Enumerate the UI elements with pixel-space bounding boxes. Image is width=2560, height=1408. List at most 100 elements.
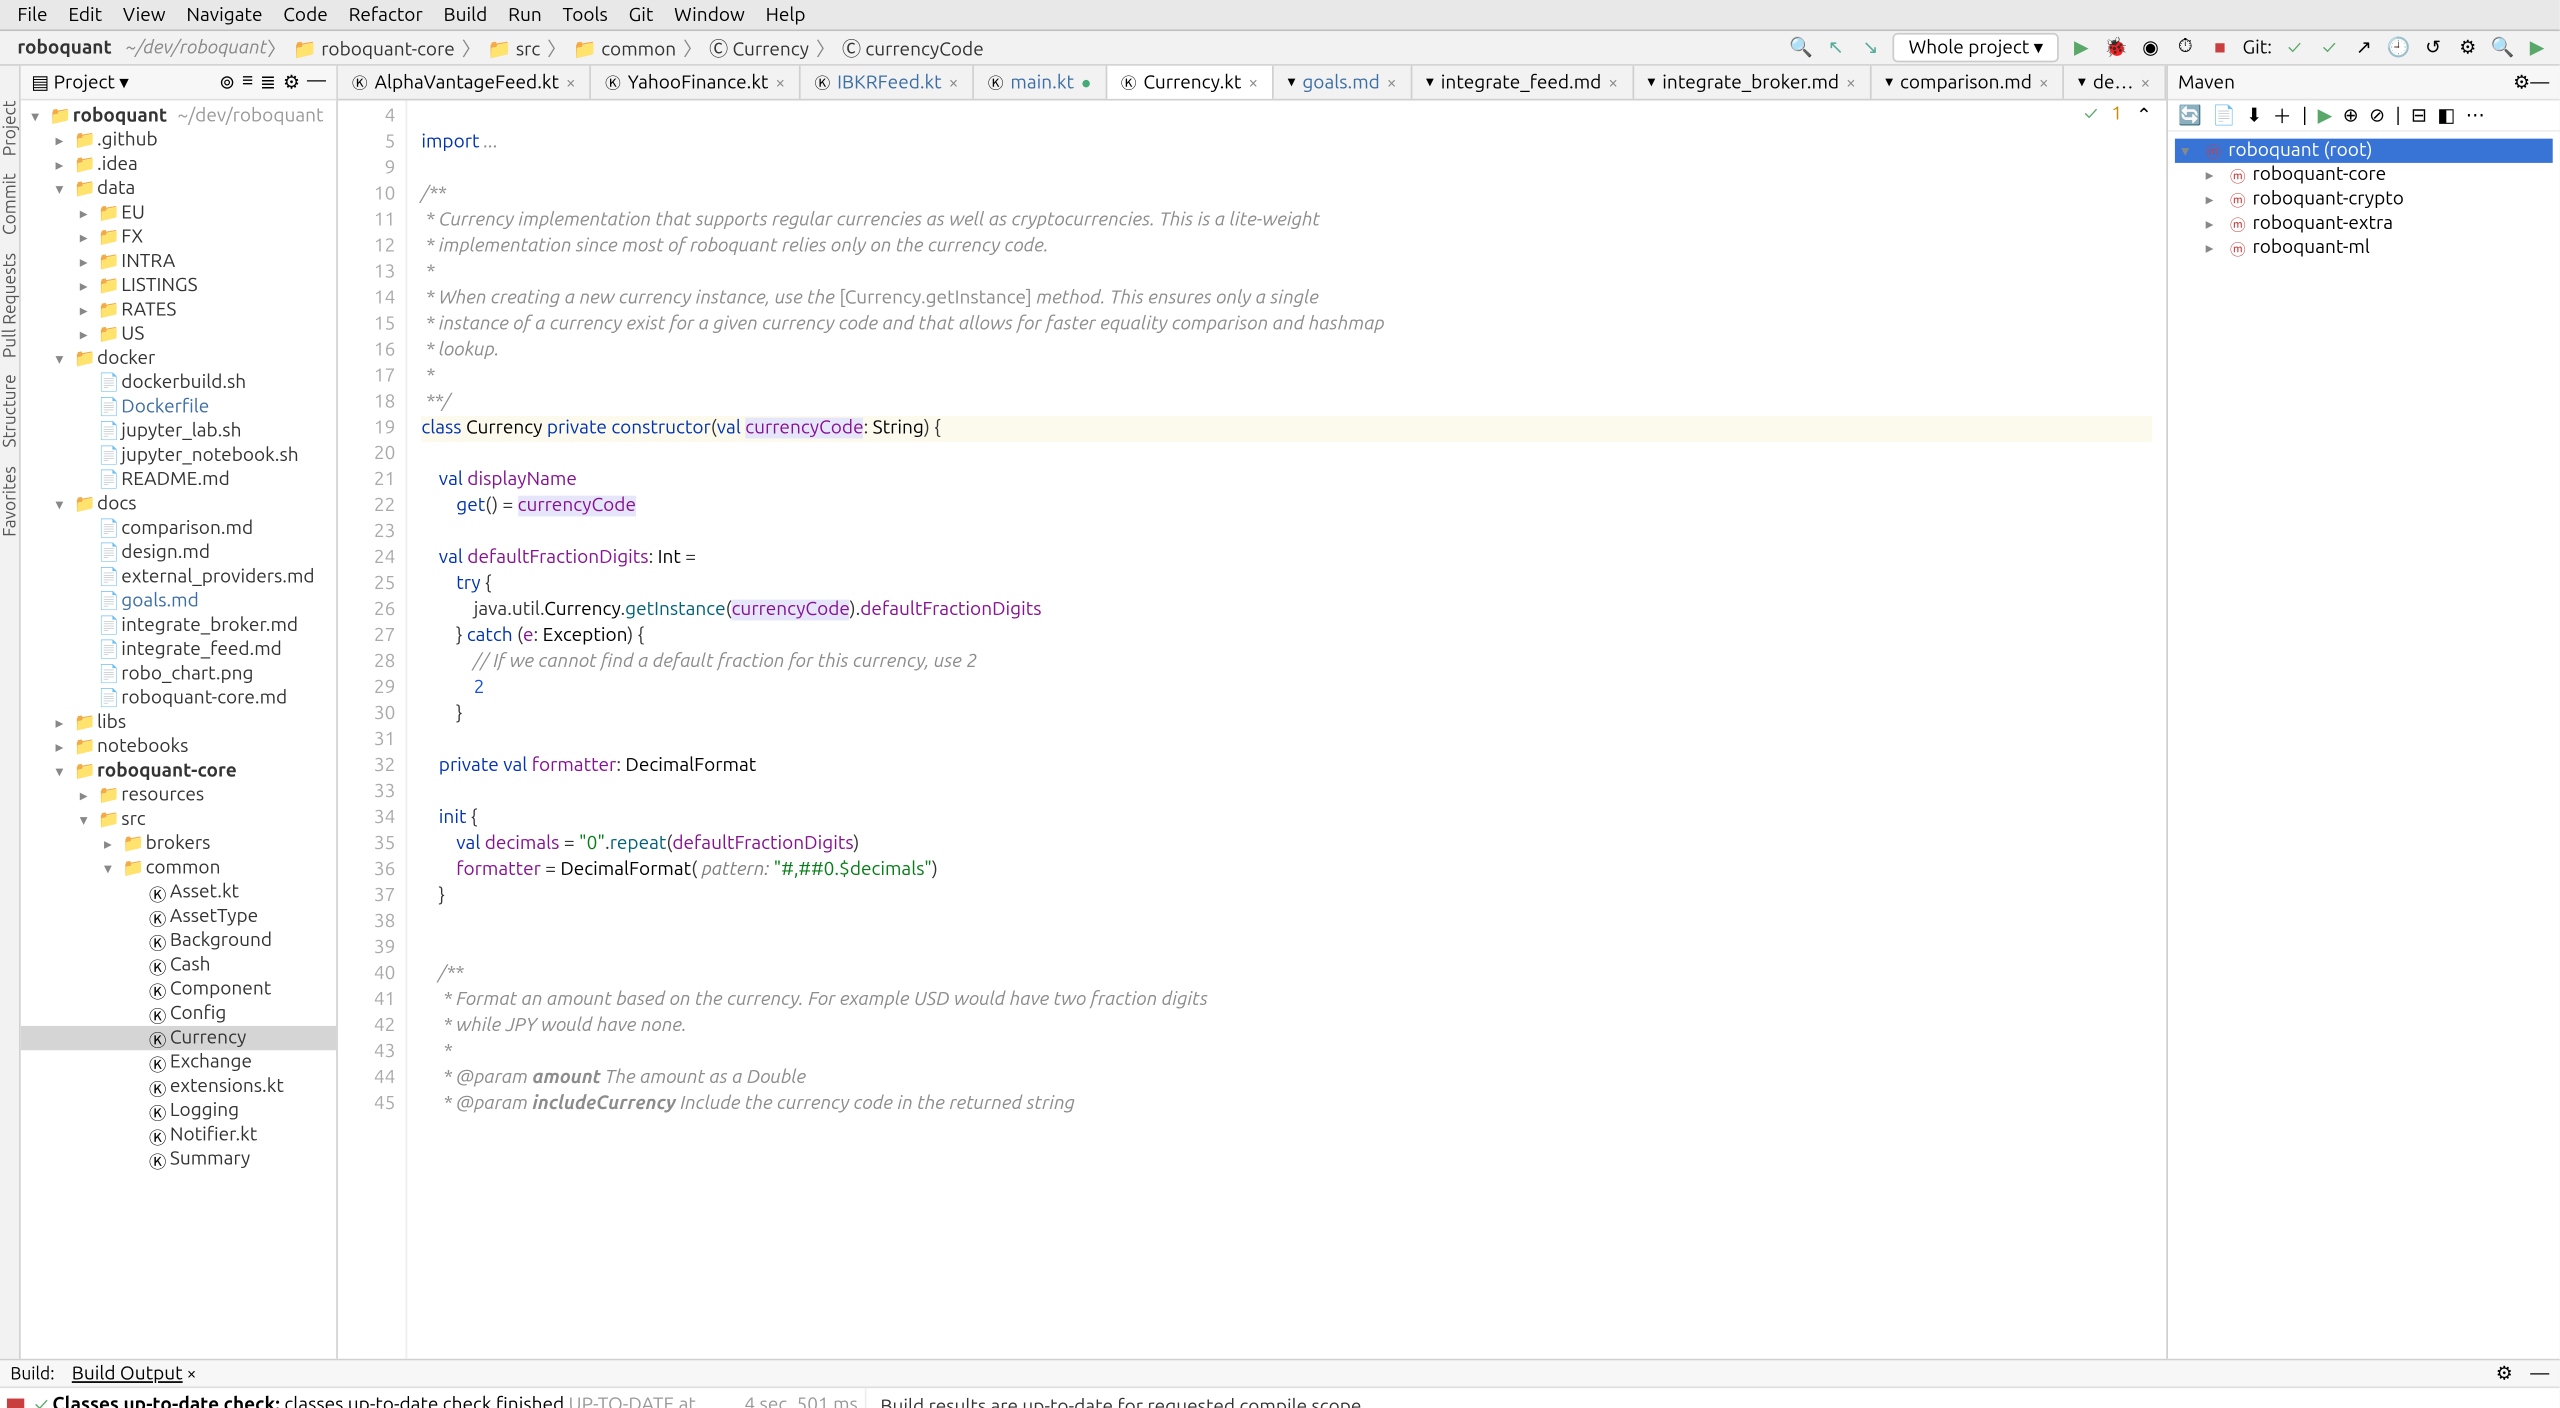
tree-item[interactable]: ▸📁EU [21,201,337,225]
search-everywhere-icon[interactable]: 🔍 [2490,36,2514,60]
stop-icon[interactable]: ■ [2208,36,2232,60]
tree-item[interactable]: ⓀComponent [21,977,337,1001]
breadcrumb-item[interactable]: Ⓒ Currency [702,39,816,60]
hide-icon[interactable]: — [2530,1363,2549,1384]
next-occurrence-icon[interactable]: ↘ [1858,36,1882,60]
tool-project[interactable]: Project [0,101,19,157]
tree-item[interactable]: ▸📁resources [21,783,337,807]
menu-refactor[interactable]: Refactor [338,4,433,25]
add-icon[interactable]: ＋ [2273,101,2292,129]
tree-item[interactable]: ▾📁roboquant~/dev/roboquant [21,104,337,128]
tree-item[interactable]: ▸📁INTRA [21,250,337,274]
menu-git[interactable]: Git [618,4,664,25]
close-icon[interactable]: × [1387,73,1397,92]
inspection-widget[interactable]: ✓ 1 ⌃ [2081,104,2156,127]
tree-item[interactable]: ▾📁roboquant-core [21,759,337,783]
collapse-icon[interactable]: ⊟ [2411,104,2427,127]
execute-goal-icon[interactable]: ⊕ [2343,104,2359,127]
tree-item[interactable]: ⓀExchange [21,1050,337,1074]
toggle-offline-icon[interactable]: ⊘ [2369,104,2385,127]
tree-item[interactable]: 📄dockerbuild.sh [21,371,337,395]
project-tool-title[interactable]: ▤ Project ▾ [31,71,129,94]
download-icon[interactable]: ⬇ [2246,104,2262,127]
tree-item[interactable]: ▾📁src [21,808,337,832]
build-settings-icon[interactable]: ⚙ [2496,1362,2513,1385]
code-editor[interactable]: import ... /** * Currency implementation… [407,101,2165,1359]
collapse-all-icon[interactable]: ≣ [260,71,276,94]
close-icon[interactable]: × [1248,73,1258,92]
run-maven-icon[interactable]: ▶ [2318,104,2333,127]
menu-view[interactable]: View [113,4,176,25]
tree-item[interactable]: ▸📁brokers [21,832,337,856]
close-icon[interactable]: × [775,73,785,92]
vcs-commit-icon[interactable]: ✓ [2317,36,2341,60]
tree-item[interactable]: 📄jupyter_lab.sh [21,419,337,443]
generate-sources-icon[interactable]: 📄 [2212,104,2236,127]
menu-edit[interactable]: Edit [58,4,113,25]
maven-module[interactable]: ▸ⓜroboquant-ml [2174,236,2552,260]
stop-icon[interactable] [7,1399,24,1408]
vcs-rollback-icon[interactable]: ↺ [2421,36,2445,60]
maven-module[interactable]: ▸ⓜroboquant-core [2174,163,2552,187]
menu-code[interactable]: Code [273,4,338,25]
tree-item[interactable]: ▾📁docs [21,492,337,516]
tree-item[interactable]: ▸📁US [21,322,337,346]
editor-tab[interactable]: ⓀCurrency.kt× [1107,66,1274,99]
tree-item[interactable]: 📄comparison.md [21,516,337,540]
build-output-tab[interactable]: Build Output × [72,1363,197,1384]
close-icon[interactable]: × [1608,73,1618,92]
prev-occurrence-icon[interactable]: ↖ [1824,36,1848,60]
menu-run[interactable]: Run [498,4,552,25]
menu-window[interactable]: Window [664,4,755,25]
editor-tab[interactable]: ⓀAlphaVantageFeed.kt× [338,66,591,99]
tree-item[interactable]: 📄design.md [21,541,337,565]
build-tree[interactable]: ✓ Classes up-to-date check: classes up-t… [0,1388,867,1408]
tree-item[interactable]: ⓀAssetType [21,905,337,929]
menu-tools[interactable]: Tools [552,4,618,25]
breadcrumb-item[interactable]: Ⓒ currencyCode [835,39,991,60]
tool-favorites[interactable]: Favorites [0,466,19,537]
line-gutter[interactable]: 4591011121314151617181920212223242526272… [338,101,407,1359]
hide-icon[interactable]: — [2530,72,2549,93]
editor-tab[interactable]: ▾integrate_broker.md× [1634,66,1872,99]
editor-tab[interactable]: ▾comparison.md× [1871,66,2064,99]
tool-commit[interactable]: Commit [0,174,19,236]
run-anything-icon[interactable]: ▶ [2525,36,2549,60]
tree-item[interactable]: ▾📁docker [21,347,337,371]
locate-icon[interactable]: ⊚ [219,71,235,94]
maven-module[interactable]: ▸ⓜroboquant-extra [2174,211,2552,235]
tree-item[interactable]: ⓀBackground [21,929,337,953]
tree-item[interactable]: ▸📁libs [21,711,337,735]
tree-item[interactable]: ▸📁RATES [21,298,337,322]
tree-item[interactable]: ▸📁.github [21,128,337,152]
tree-item[interactable]: ⓀNotifier.kt [21,1123,337,1147]
editor-tab[interactable]: Ⓚmain.kt [974,66,1107,99]
close-icon[interactable]: × [2140,73,2150,92]
reload-icon[interactable]: 🔄 [2178,104,2202,127]
tree-item[interactable]: 📄jupyter_notebook.sh [21,444,337,468]
close-icon[interactable] [1081,72,1091,93]
maven-tree[interactable]: ▾ⓜroboquant (root)▸ⓜroboquant-core▸ⓜrobo… [2168,132,2560,1359]
breadcrumb-item[interactable]: 📁 roboquant-core [286,39,462,60]
tree-item[interactable]: ⓀAsset.kt [21,880,337,904]
search-icon[interactable]: 🔍 [1789,36,1813,60]
vcs-push-icon[interactable]: ↗ [2352,36,2376,60]
tree-item[interactable]: ⓀCash [21,953,337,977]
tree-item[interactable]: 📄Dockerfile [21,395,337,419]
debug-icon[interactable]: 🐞 [2104,36,2128,60]
tool-structure[interactable]: Structure [0,375,19,448]
settings-icon[interactable]: ⚙ [2456,36,2480,60]
editor-tab[interactable]: ▾integrate_feed.md× [1412,66,1633,99]
editor-tab[interactable]: ⓀIBKRFeed.kt× [801,66,974,99]
tree-item[interactable]: 📄roboquant-core.md [21,686,337,710]
close-icon[interactable]: × [1846,73,1856,92]
tree-item[interactable]: ⓀConfig [21,1002,337,1026]
breadcrumb-item[interactable]: 📁 src [481,39,547,60]
vcs-update-icon[interactable]: ✓ [2282,36,2306,60]
menu-navigate[interactable]: Navigate [176,4,273,25]
show-diagram-icon[interactable]: ◧ [2437,104,2455,127]
search-scope[interactable]: Whole project ▾ [1893,33,2059,62]
tree-item[interactable]: ▸📁notebooks [21,735,337,759]
editor-tab[interactable]: ▾goals.md× [1274,66,1412,99]
maven-settings-icon[interactable]: ⚙ [2513,71,2530,94]
